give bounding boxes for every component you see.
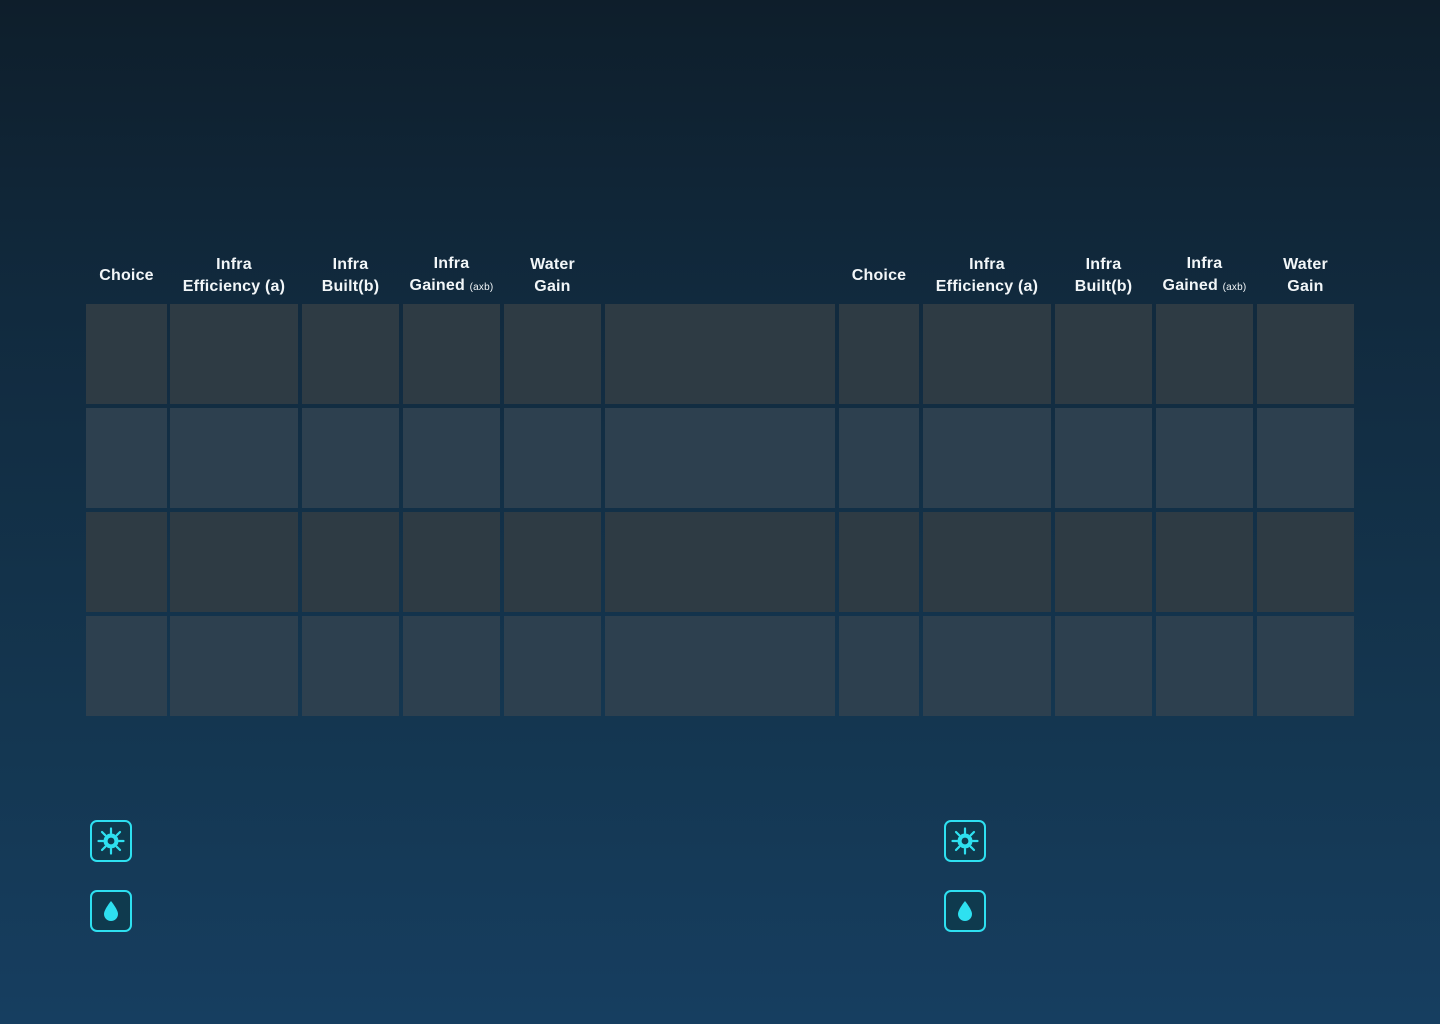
table-cell[interactable]: [1257, 512, 1354, 612]
table-cell-middle[interactable]: [605, 512, 835, 612]
header-water-gain-right: Water Gain: [1283, 256, 1328, 295]
table-cell[interactable]: [1055, 616, 1152, 716]
table-cell[interactable]: [403, 408, 500, 508]
choice-table: [0, 304, 1440, 720]
table-cell[interactable]: [504, 616, 601, 716]
table-cell[interactable]: [302, 512, 399, 612]
table-cell[interactable]: [170, 304, 298, 404]
table-cell[interactable]: [403, 512, 500, 612]
table-cell[interactable]: [504, 512, 601, 612]
table-cell[interactable]: [170, 408, 298, 508]
header-infra-built-left: Infra Built(b): [321, 256, 380, 295]
water-drop-icon: [944, 890, 986, 932]
header-choice-left: Choice: [99, 267, 154, 284]
header-infra-efficiency-right: Infra Efficiency (a): [935, 256, 1039, 295]
table-cell[interactable]: [170, 512, 298, 612]
table-cell[interactable]: [86, 408, 167, 508]
table-cell[interactable]: [923, 616, 1051, 716]
table-cell[interactable]: [839, 512, 919, 612]
table-cell[interactable]: [302, 616, 399, 716]
table-cell[interactable]: [1257, 304, 1354, 404]
table-cell[interactable]: [923, 304, 1051, 404]
table-cell[interactable]: [1055, 304, 1152, 404]
table-cell[interactable]: [1156, 512, 1253, 612]
table-cell[interactable]: [839, 408, 919, 508]
infrastructure-gear-icon: [944, 820, 986, 862]
table-cell[interactable]: [86, 512, 167, 612]
table-cell[interactable]: [403, 304, 500, 404]
table-header: Choice Infra Efficiency (a) Infra Built(b)…: [0, 250, 1440, 302]
table-cell[interactable]: [170, 616, 298, 716]
water-drop-icon: [90, 890, 132, 932]
header-infra-built-right: Infra Built(b): [1074, 256, 1133, 295]
table-cell[interactable]: [403, 616, 500, 716]
table-cell[interactable]: [1156, 408, 1253, 508]
header-infra-efficiency-left: Infra Efficiency (a): [182, 256, 286, 295]
table-cell[interactable]: [1156, 616, 1253, 716]
table-cell[interactable]: [86, 304, 167, 404]
table-cell[interactable]: [1055, 408, 1152, 508]
table-cell[interactable]: [86, 616, 167, 716]
table-cell-middle[interactable]: [605, 304, 835, 404]
table-cell[interactable]: [1257, 408, 1354, 508]
table-cell[interactable]: [504, 304, 601, 404]
table-cell[interactable]: [302, 408, 399, 508]
table-cell-middle[interactable]: [605, 616, 835, 716]
table-cell[interactable]: [302, 304, 399, 404]
table-cell[interactable]: [923, 512, 1051, 612]
table-cell[interactable]: [1055, 512, 1152, 612]
table-cell[interactable]: [1257, 616, 1354, 716]
table-cell[interactable]: [923, 408, 1051, 508]
table-cell[interactable]: [839, 304, 919, 404]
table-cell[interactable]: [1156, 304, 1253, 404]
table-cell-middle[interactable]: [605, 408, 835, 508]
header-choice-right: Choice: [851, 267, 907, 284]
infrastructure-gear-icon: [90, 820, 132, 862]
header-infra-gained-right: Infra Gained (axb): [1162, 255, 1247, 294]
header-water-gain-left: Water Gain: [530, 256, 575, 295]
table-cell[interactable]: [504, 408, 601, 508]
table-cell[interactable]: [839, 616, 919, 716]
header-infra-gained-left: Infra Gained (axb): [409, 255, 494, 294]
